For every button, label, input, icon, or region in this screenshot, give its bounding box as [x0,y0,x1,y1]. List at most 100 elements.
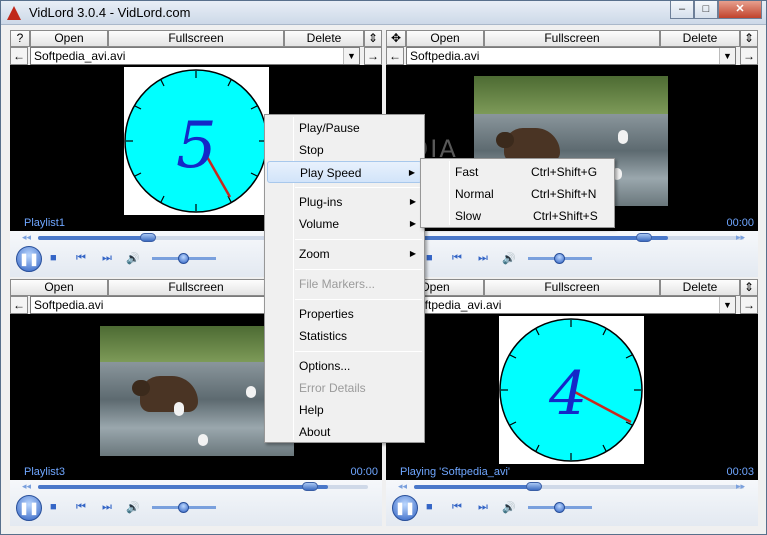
move-button[interactable]: ✥ [386,30,406,47]
delete-button[interactable]: Delete [660,30,740,47]
close-button[interactable]: ✕ [718,1,762,19]
rewind-icon[interactable]: ◂◂ [398,481,407,492]
next-file-button[interactable]: → [740,296,758,314]
menu-item-label: Play Speed [300,166,362,180]
menu-item-stop[interactable]: Stop [267,139,422,161]
updown-button[interactable]: ⇕ [740,279,758,296]
menu-item-fast[interactable]: Fast Ctrl+Shift+G [423,161,612,183]
open-button[interactable]: Open [30,30,108,47]
speaker-icon[interactable]: 🔊 [126,501,140,514]
menu-item-zoom[interactable]: Zoom ▶ [267,243,422,265]
previous-file-button[interactable]: ← [10,296,28,314]
skip-back-icon[interactable]: ⏮ [76,501,86,514]
speaker-icon[interactable]: 🔊 [502,252,516,265]
previous-file-button[interactable]: ← [386,47,404,65]
fullscreen-button[interactable]: Fullscreen [108,279,284,296]
fast-forward-icon[interactable]: ▸▸ [736,232,745,243]
file-combo[interactable]: Softpedia_avi.avi ▼ [30,47,360,65]
pane-toolbar: ? Open Fullscreen Delete ⇕ [10,30,382,47]
seek-knob[interactable] [526,482,542,491]
skip-forward-icon[interactable]: ⏭ [102,501,112,514]
submenu-arrow-icon: ▶ [408,168,415,177]
menu-item-options[interactable]: Options... [267,355,422,377]
submenu-arrow-icon: ▶ [409,219,416,228]
file-selector-row: ← Softpedia.avi ▼ → [386,47,758,65]
skip-back-icon[interactable]: ⏮ [452,252,462,265]
menu-item-plug-ins[interactable]: Plug-ins ▶ [267,191,422,213]
volume-knob[interactable] [178,253,189,264]
volume-knob[interactable] [178,502,189,513]
file-combo[interactable]: Softpedia_avi.avi ▼ [406,296,736,314]
speaker-icon[interactable]: 🔊 [126,252,140,265]
video-clock: 4 [499,316,644,464]
menu-item-label: Plug-ins [299,195,343,209]
playlist-label: Playlist1 [24,217,65,229]
updown-button[interactable]: ⇕ [740,30,758,47]
next-file-button[interactable]: → [740,47,758,65]
pause-button[interactable]: ❚❚ [392,495,418,521]
menu-item-label: Zoom [299,247,330,261]
app-window: VidLord 3.0.4 - VidLord.com – □ ✕ ? Open… [0,0,767,535]
delete-button[interactable]: Delete [284,30,364,47]
skip-forward-icon[interactable]: ⏭ [478,501,488,514]
stop-icon[interactable]: ■ [50,501,57,513]
seek-knob[interactable] [636,233,652,242]
speaker-icon[interactable]: 🔊 [502,501,516,514]
menu-item-statistics[interactable]: Statistics [267,325,422,347]
pause-button[interactable]: ❚❚ [16,246,42,272]
playback-controls: ▸▸ ❚❚ ■ ⏮ ⏭ 🔊 [386,231,758,277]
minimize-button[interactable]: – [670,1,694,19]
dropdown-arrow-icon[interactable]: ▼ [343,48,359,64]
menu-item-slow[interactable]: Slow Ctrl+Shift+S [423,205,612,227]
volume-knob[interactable] [554,253,565,264]
playback-controls: ◂◂ ❚❚ ■ ⏮ ⏭ 🔊 [10,480,382,526]
pause-button[interactable]: ❚❚ [16,495,42,521]
fullscreen-button[interactable]: Fullscreen [108,30,284,47]
rewind-icon[interactable]: ◂◂ [22,481,31,492]
stop-icon[interactable]: ■ [50,252,57,264]
menu-item-label: Volume [299,217,340,231]
shortcut-label: Ctrl+Shift+S [533,209,598,223]
app-flame-icon [7,6,21,20]
menu-item-properties[interactable]: Properties [267,303,422,325]
next-file-button[interactable]: → [364,47,382,65]
fullscreen-button[interactable]: Fullscreen [484,279,660,296]
dropdown-arrow-icon[interactable]: ▼ [719,48,735,64]
stop-icon[interactable]: ■ [426,252,433,264]
fast-forward-icon[interactable]: ▸▸ [736,481,745,492]
time-label: 00:00 [350,466,378,478]
menu-item-label: Fast [455,165,479,179]
skip-back-icon[interactable]: ⏮ [452,501,462,514]
maximize-button[interactable]: □ [694,1,718,19]
seek-knob[interactable] [140,233,156,242]
dropdown-arrow-icon[interactable]: ▼ [719,297,735,313]
delete-button[interactable]: Delete [660,279,740,296]
fullscreen-button[interactable]: Fullscreen [484,30,660,47]
stop-icon[interactable]: ■ [426,501,433,513]
file-selector-row: ← Softpedia_avi.avi ▼ → [10,47,382,65]
menu-item-help[interactable]: Help [267,399,422,421]
help-button[interactable]: ? [10,30,30,47]
file-combo[interactable]: Softpedia.avi ▼ [406,47,736,65]
menu-item-play-speed[interactable]: Play Speed ▶ [267,161,422,183]
open-button[interactable]: Open [10,279,108,296]
shortcut-label: Ctrl+Shift+N [531,187,597,201]
previous-file-button[interactable]: ← [10,47,28,65]
menu-item-about[interactable]: About [267,421,422,443]
submenu-arrow-icon: ▶ [409,197,416,206]
clock-digit: 5 [176,109,217,183]
updown-button[interactable]: ⇕ [364,30,382,47]
rewind-icon[interactable]: ◂◂ [22,232,31,243]
open-button[interactable]: Open [406,30,484,47]
playlist-label: Playlist3 [24,466,65,478]
seek-progress [414,485,534,489]
skip-back-icon[interactable]: ⏮ [76,252,86,265]
menu-item-play-pause[interactable]: Play/Pause [267,117,422,139]
pane-toolbar: Open Fullscreen Delete ⇕ [386,279,758,296]
volume-knob[interactable] [554,502,565,513]
menu-item-volume[interactable]: Volume ▶ [267,213,422,235]
skip-forward-icon[interactable]: ⏭ [478,252,488,265]
seek-knob[interactable] [302,482,318,491]
menu-item-normal[interactable]: Normal Ctrl+Shift+N [423,183,612,205]
skip-forward-icon[interactable]: ⏭ [102,252,112,265]
